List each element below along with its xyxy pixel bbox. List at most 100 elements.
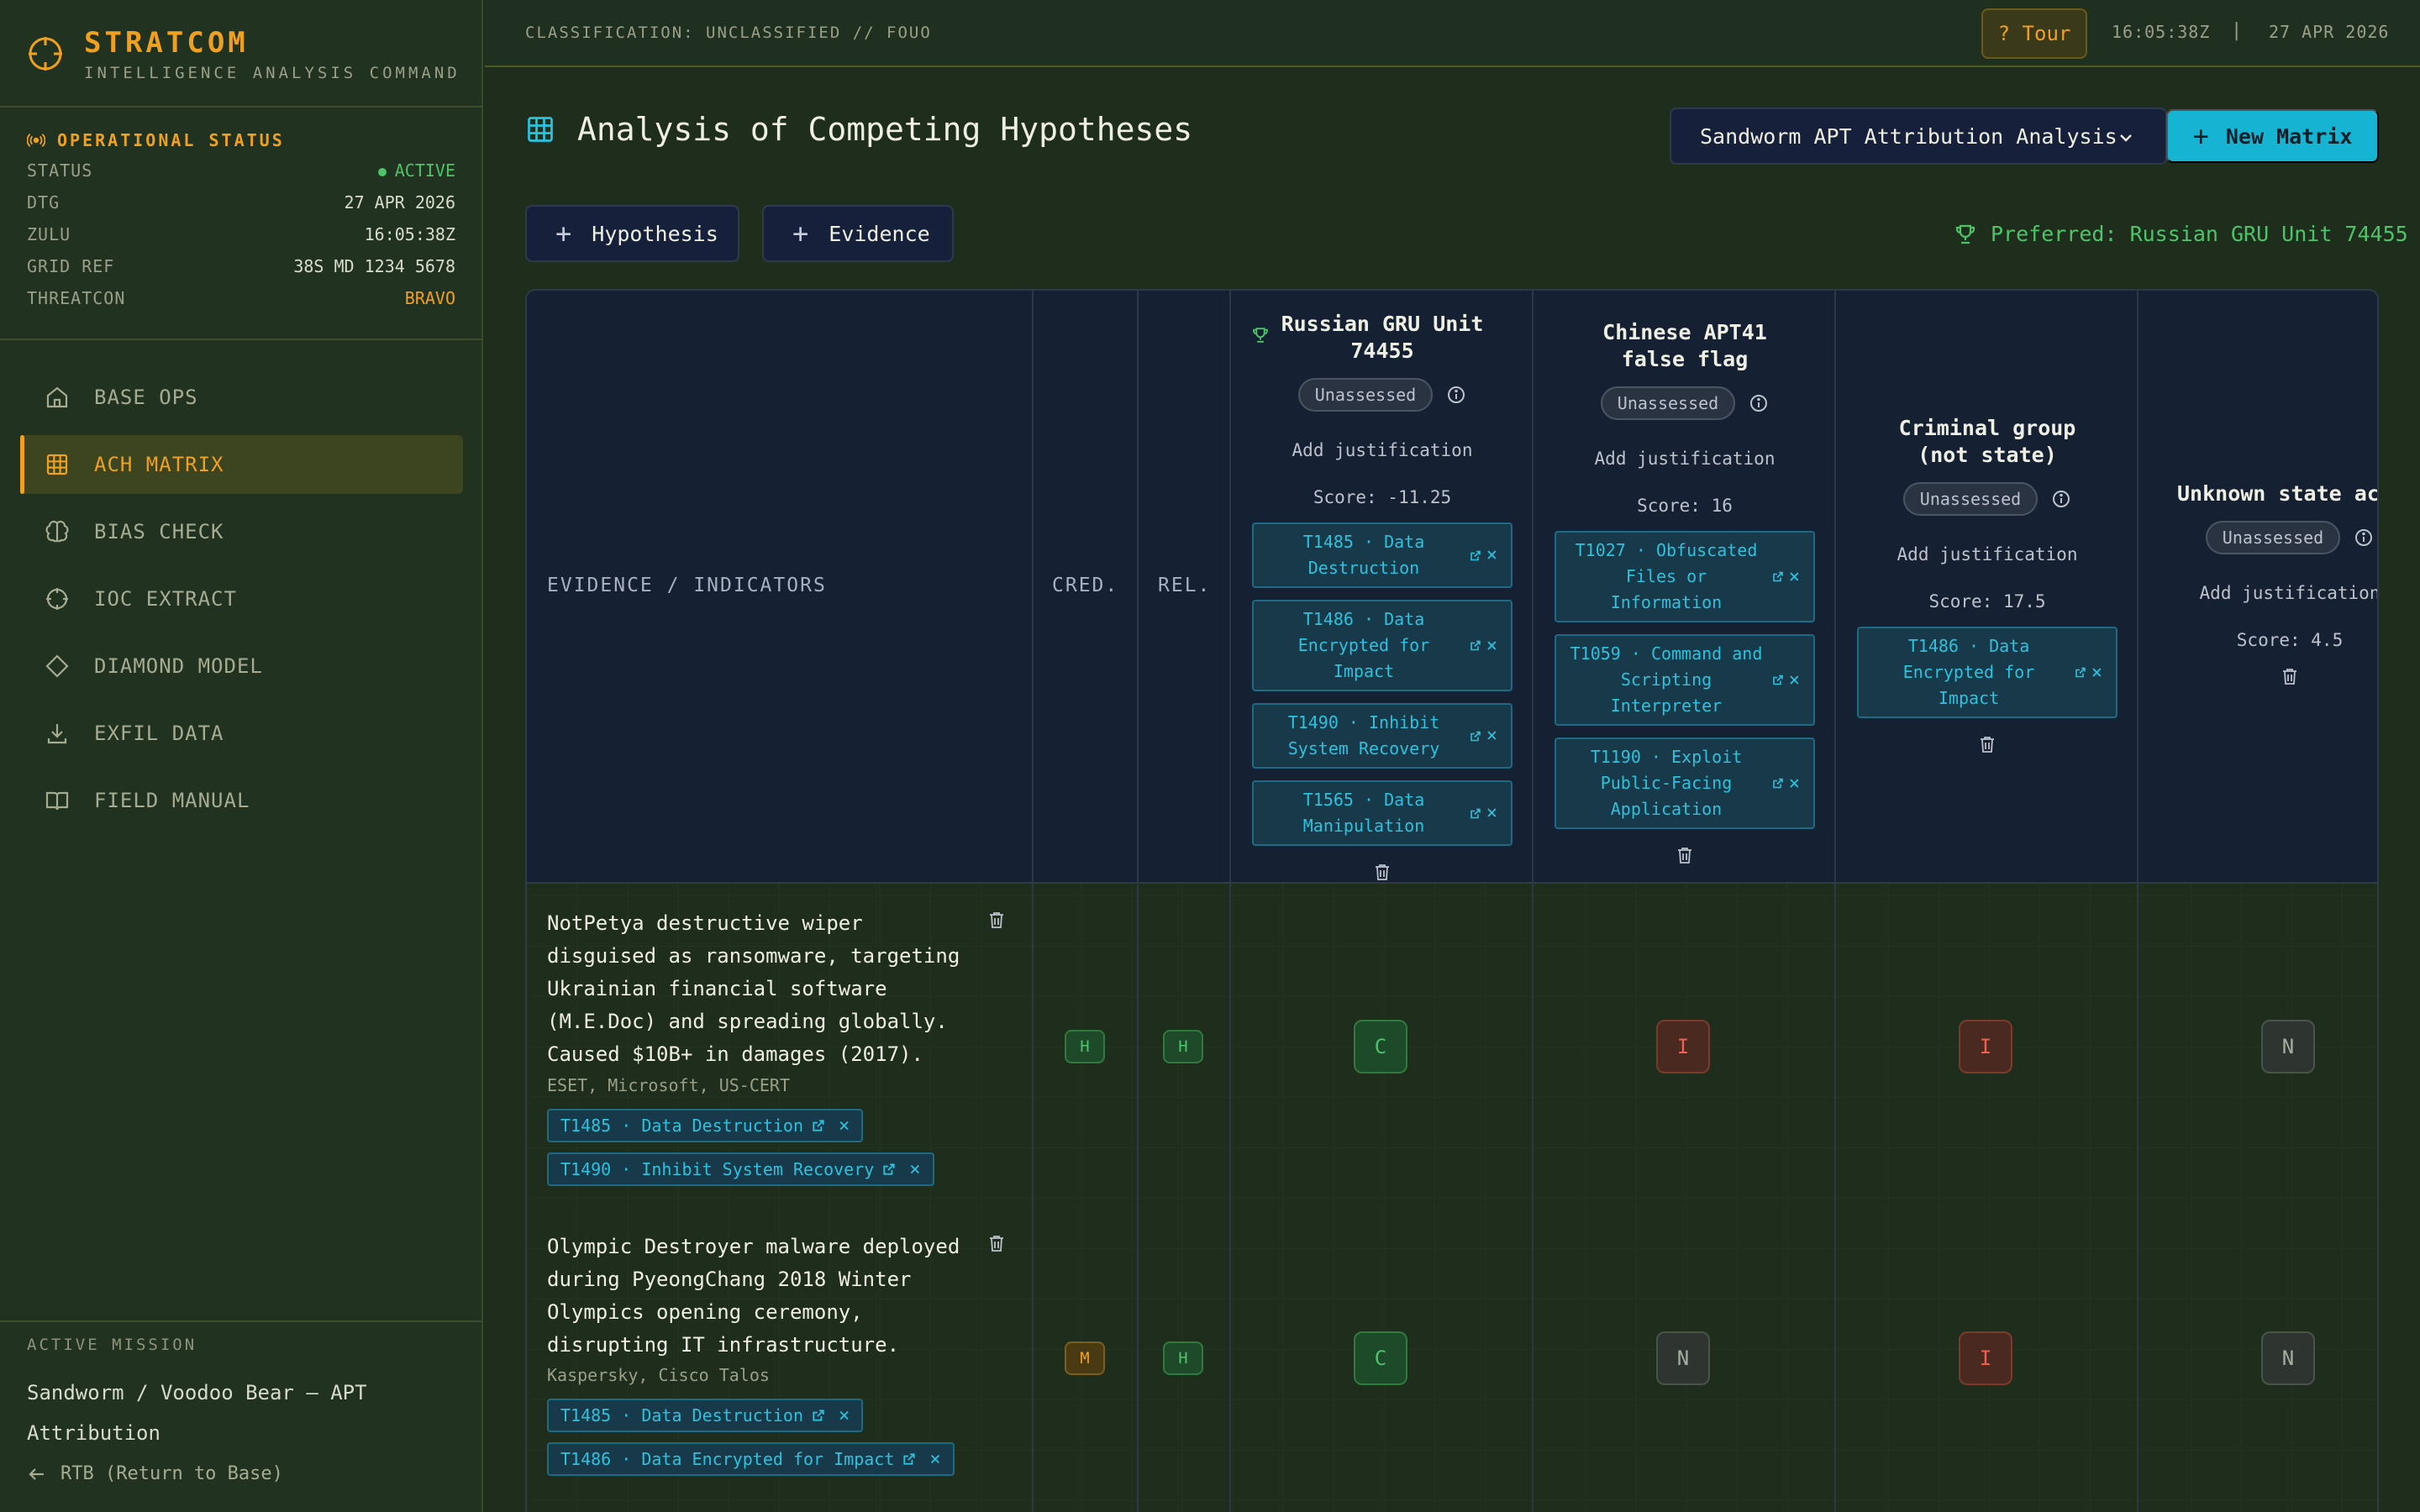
book-icon [45, 791, 69, 811]
rating-cell[interactable]: C [1354, 1020, 1407, 1074]
ttp-tag[interactable]: T1486 · Data Encrypted for Impact × [547, 1442, 955, 1476]
remove-tag-icon[interactable]: × [1486, 633, 1497, 659]
hypothesis-column: Criminal group (not state) Unassessed Ad… [1836, 291, 2139, 753]
trash-icon[interactable] [1373, 863, 1392, 881]
remove-tag-icon[interactable]: × [1486, 801, 1497, 827]
add-hypothesis-button[interactable]: + Hypothesis [525, 205, 739, 262]
rating-cell[interactable]: I [1959, 1020, 2012, 1074]
ttp-tag[interactable]: T1059 · Command and Scripting Interprete… [1555, 634, 1815, 726]
external-link-icon[interactable] [1470, 807, 1481, 819]
external-link-icon[interactable] [1470, 730, 1481, 742]
trash-icon[interactable] [1676, 846, 1694, 864]
page-title: Analysis of Competing Hypotheses [525, 111, 1192, 148]
external-link-icon[interactable] [1772, 571, 1784, 583]
zulu-clock: 16:05:38Z [2112, 22, 2211, 42]
hypothesis-title[interactable]: Chinese APT41 false flag [1534, 319, 1836, 373]
add-justification-link[interactable]: Add justification [2139, 583, 2377, 603]
status-dot-icon [377, 167, 387, 176]
rating-cell[interactable]: I [1959, 1331, 2012, 1385]
assessment-badge[interactable]: Unassessed [2205, 521, 2341, 554]
hypothesis-title[interactable]: Criminal group (not state) [1836, 415, 2139, 469]
external-link-icon[interactable] [2075, 667, 2086, 679]
credibility-pill[interactable]: H [1065, 1030, 1105, 1063]
external-link-icon[interactable] [1470, 640, 1481, 652]
external-link-icon[interactable] [1772, 778, 1784, 790]
ttp-tag[interactable]: T1485 · Data Destruction × [547, 1399, 864, 1432]
sidebar-item-bias-check[interactable]: BIAS CHECK [20, 502, 463, 561]
remove-tag-icon[interactable]: × [1789, 770, 1800, 796]
hypothesis-title[interactable]: Unknown state act [2139, 480, 2377, 507]
ttp-tag[interactable]: T1190 · Exploit Public-Facing Applicatio… [1555, 738, 1815, 829]
trophy-icon [1253, 328, 1268, 343]
relevance-pill[interactable]: H [1163, 1030, 1203, 1063]
relevance-pill[interactable]: H [1163, 1341, 1203, 1375]
remove-tag-icon[interactable]: × [1486, 543, 1497, 569]
date-display: 27 APR 2026 [2269, 22, 2390, 42]
ttp-tag[interactable]: T1485 · Data Destruction × [1252, 522, 1512, 588]
assessment-badge[interactable]: Unassessed [1297, 378, 1434, 412]
add-evidence-button[interactable]: + Evidence [762, 205, 954, 262]
add-justification-link[interactable]: Add justification [1836, 544, 2139, 564]
trash-icon[interactable] [987, 911, 1006, 929]
status-row: STATUS ACTIVE [27, 160, 455, 181]
ttp-tag[interactable]: T1486 · Data Encrypted for Impact × [1857, 627, 2118, 718]
ttp-tag[interactable]: T1486 · Data Encrypted for Impact × [1252, 600, 1512, 691]
sidebar-item-diamond-model[interactable]: DIAMOND MODEL [20, 637, 463, 696]
rating-cell[interactable]: N [2261, 1020, 2315, 1074]
rating-cell[interactable]: I [1656, 1020, 1710, 1074]
info-icon[interactable] [1446, 385, 1466, 405]
sidebar-item-ach-matrix[interactable]: ACH MATRIX [20, 435, 463, 494]
ttp-tag[interactable]: T1490 · Inhibit System Recovery × [547, 1152, 934, 1186]
ttp-tag[interactable]: T1485 · Data Destruction × [547, 1109, 864, 1142]
sidebar-item-base-ops[interactable]: BASE OPS [20, 368, 463, 427]
active-mission: ACTIVE MISSION Sandworm / Voodoo Bear — … [27, 1336, 464, 1484]
add-justification-link[interactable]: Add justification [1231, 440, 1534, 460]
remove-tag-icon[interactable]: × [2091, 659, 2102, 685]
sidebar-item-field-manual[interactable]: FIELD MANUAL [20, 771, 463, 830]
relevance-column-header: REL. [1158, 575, 1212, 596]
trophy-icon [1955, 224, 1975, 244]
external-link-icon[interactable] [902, 1452, 916, 1466]
remove-tag-icon[interactable]: × [1789, 564, 1800, 590]
rtb-link[interactable]: RTB (Return to Base) [27, 1463, 464, 1484]
add-justification-link[interactable]: Add justification [1534, 449, 1836, 469]
remove-tag-icon[interactable]: × [839, 1116, 850, 1137]
info-icon[interactable] [2051, 489, 2071, 509]
external-link-icon[interactable] [812, 1119, 825, 1132]
external-link-icon[interactable] [812, 1409, 825, 1422]
trash-icon[interactable] [987, 1234, 1006, 1252]
sidebar-item-exfil-data[interactable]: EXFIL DATA [20, 704, 463, 763]
sidebar-item-ioc-extract[interactable]: IOC EXTRACT [20, 570, 463, 628]
remove-tag-icon[interactable]: × [1789, 667, 1800, 693]
ttp-list: T1485 · Data Destruction × T1486 · Data E… [1231, 522, 1534, 846]
ttp-tag[interactable]: T1565 · Data Manipulation × [1252, 780, 1512, 846]
external-link-icon[interactable] [1470, 549, 1481, 561]
dtg-row: DTG 27 APR 2026 [27, 192, 455, 213]
ttp-list: T1027 · Obfuscated Files or Information ×… [1534, 531, 1836, 829]
info-icon[interactable] [2354, 528, 2374, 548]
hypothesis-title[interactable]: Russian GRU Unit 74455 [1231, 311, 1534, 365]
ttp-tag[interactable]: T1027 · Obfuscated Files or Information × [1555, 531, 1815, 622]
info-icon[interactable] [1749, 393, 1769, 413]
credibility-pill[interactable]: M [1065, 1341, 1105, 1375]
remove-tag-icon[interactable]: × [839, 1405, 850, 1426]
rating-cell[interactable]: N [1656, 1331, 1710, 1385]
matrix-select[interactable]: Sandworm APT Attribution Analysis [1670, 108, 2167, 165]
trash-icon[interactable] [2281, 667, 2299, 685]
external-link-icon[interactable] [882, 1163, 896, 1176]
external-link-icon[interactable] [1772, 675, 1784, 686]
evidence-text[interactable]: NotPetya destructive wiper disguised as … [547, 907, 984, 1071]
remove-tag-icon[interactable]: × [909, 1159, 920, 1180]
remove-tag-icon[interactable]: × [1486, 723, 1497, 749]
assessment-badge[interactable]: Unassessed [1902, 482, 2039, 516]
ttp-tag[interactable]: T1490 · Inhibit System Recovery × [1252, 703, 1512, 769]
rating-cell[interactable]: N [2261, 1331, 2315, 1385]
evidence-text[interactable]: Olympic Destroyer malware deployed durin… [547, 1231, 984, 1362]
assessment-badge[interactable]: Unassessed [1600, 386, 1736, 420]
trash-icon[interactable] [1978, 735, 1996, 753]
tour-button[interactable]: ? Tour [1981, 8, 2087, 59]
credibility-column-header: CRED. [1052, 575, 1119, 596]
rating-cell[interactable]: C [1354, 1331, 1407, 1385]
new-matrix-button[interactable]: + New Matrix [2166, 109, 2379, 163]
remove-tag-icon[interactable]: × [929, 1449, 940, 1470]
